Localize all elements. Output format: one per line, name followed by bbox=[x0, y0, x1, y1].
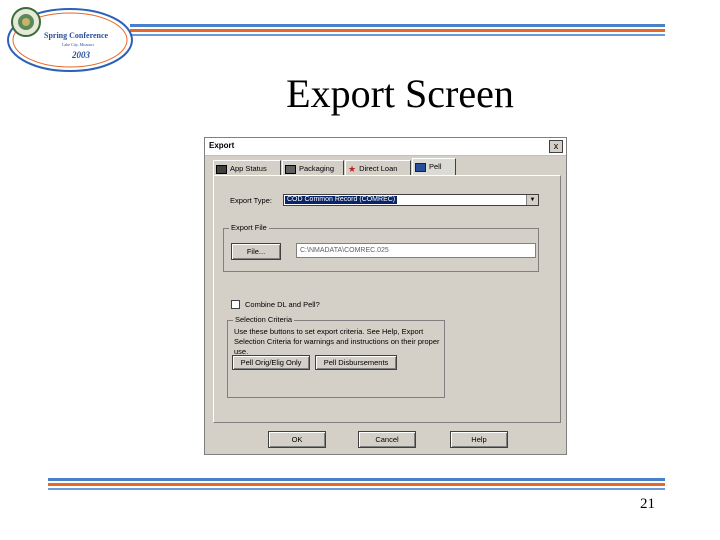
bottom-stripe-blue-2 bbox=[48, 488, 665, 490]
export-type-label: Export Type: bbox=[230, 196, 272, 205]
logo-year: 2003 bbox=[71, 50, 91, 60]
tab-pell-label: Pell bbox=[429, 162, 442, 171]
bottom-stripe-blue bbox=[48, 478, 665, 481]
top-stripe-blue-2 bbox=[130, 34, 665, 36]
cancel-button[interactable]: Cancel bbox=[358, 431, 416, 448]
export-file-legend: Export File bbox=[229, 223, 269, 232]
bottom-stripe-orange bbox=[48, 483, 665, 486]
pell-orig-elig-button[interactable]: Pell Orig/Elig Only bbox=[232, 355, 310, 370]
top-stripe-blue bbox=[130, 24, 665, 27]
export-file-group: Export File File... C:\NMADATA\COMREC.02… bbox=[223, 223, 539, 272]
help-button[interactable]: Help bbox=[450, 431, 508, 448]
dialog-titlebar[interactable]: Export x bbox=[205, 138, 566, 156]
packaging-icon bbox=[285, 164, 296, 174]
export-type-value: COD Common Record (COMREC) bbox=[285, 196, 398, 204]
slide-title: Export Screen bbox=[286, 71, 514, 116]
pell-disbursements-button[interactable]: Pell Disbursements bbox=[315, 355, 397, 370]
pell-icon bbox=[415, 162, 426, 172]
export-dialog: Export x App Status Packaging ★ Direct Lo… bbox=[204, 137, 567, 455]
export-type-select[interactable]: COD Common Record (COMREC) ▼ bbox=[283, 194, 539, 206]
top-stripe-orange bbox=[130, 29, 665, 32]
close-button[interactable]: x bbox=[549, 140, 563, 153]
tab-packaging-label: Packaging bbox=[299, 164, 335, 173]
ok-button[interactable]: OK bbox=[268, 431, 326, 448]
page-number: 21 bbox=[640, 496, 655, 512]
tab-app-status-label: App Status bbox=[230, 164, 267, 173]
app-status-icon bbox=[216, 164, 227, 174]
combine-dl-pell-checkbox[interactable] bbox=[231, 300, 240, 309]
selection-criteria-text: Use these buttons to set export criteria… bbox=[234, 327, 440, 356]
dialog-title: Export bbox=[209, 141, 235, 150]
selection-criteria-group: Selection Criteria Use these buttons to … bbox=[227, 315, 445, 398]
chevron-down-icon[interactable]: ▼ bbox=[526, 195, 538, 205]
logo-subtext: Lake City, Missouri bbox=[62, 42, 95, 48]
direct-loan-star-icon: ★ bbox=[348, 163, 357, 174]
logo-text: Spring Conference bbox=[44, 31, 109, 40]
tab-direct-loan[interactable]: ★ Direct Loan bbox=[345, 160, 411, 175]
file-path-field[interactable]: C:\NMADATA\COMREC.025 bbox=[296, 243, 536, 258]
tab-pell[interactable]: Pell bbox=[412, 158, 456, 176]
tab-direct-loan-label: Direct Loan bbox=[359, 164, 398, 173]
tab-packaging[interactable]: Packaging bbox=[282, 160, 344, 175]
selection-criteria-legend: Selection Criteria bbox=[233, 315, 295, 324]
combine-dl-pell-label: Combine DL and Pell? bbox=[245, 300, 320, 309]
tab-app-status[interactable]: App Status bbox=[213, 160, 281, 175]
file-button[interactable]: File... bbox=[231, 243, 281, 260]
conference-logo: Spring Conference Lake City, Missouri 20… bbox=[7, 7, 133, 72]
